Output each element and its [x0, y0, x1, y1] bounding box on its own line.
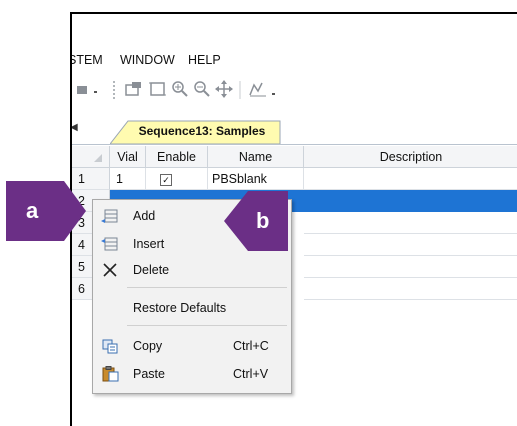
tab-label: Sequence13: Samples — [138, 124, 266, 138]
menu-separator — [127, 325, 287, 326]
zoom-out-icon[interactable] — [192, 79, 212, 99]
menu-item-label: Insert — [133, 237, 165, 251]
table-row[interactable]: 1 1 ✓ PBSblank — [72, 168, 517, 190]
header-description[interactable]: Description — [304, 146, 517, 168]
document-tab-strip: ◀ Sequence13: Samples — [72, 108, 517, 145]
menu-item-label: Copy — [133, 339, 163, 353]
menu-item-shortcut: Ctrl+V — [233, 367, 269, 381]
copy-icon — [101, 338, 119, 354]
description-cell[interactable] — [304, 234, 517, 256]
delete-icon — [101, 262, 119, 278]
description-cell[interactable] — [304, 278, 517, 300]
menu-bar: STEM WINDOW HELP — [72, 50, 517, 72]
table-properties-icon[interactable] — [124, 79, 144, 99]
menu-item-label: Restore Defaults — [133, 301, 227, 315]
menu-item-restore-defaults[interactable]: Restore Defaults — [93, 296, 291, 320]
menu-window[interactable]: WINDOW — [120, 53, 175, 67]
menu-system[interactable]: STEM — [72, 53, 103, 67]
menu-separator — [127, 287, 287, 288]
header-enable[interactable]: Enable — [146, 146, 208, 168]
header-name[interactable]: Name — [208, 146, 304, 168]
menu-item-delete[interactable]: Delete — [93, 258, 291, 282]
paste-icon — [101, 366, 119, 382]
zoom-box-icon[interactable] — [148, 79, 168, 99]
header-vial[interactable]: Vial — [110, 146, 146, 168]
toolbar-square-icon[interactable] — [76, 82, 90, 102]
pan-icon[interactable] — [214, 79, 234, 99]
enable-cell[interactable]: ✓ — [146, 168, 208, 190]
menu-item-shortcut: Ctrl+C — [233, 339, 269, 353]
menu-item-label: Paste — [133, 367, 165, 381]
corner-header[interactable] — [72, 146, 110, 168]
menu-item-label: Add — [133, 209, 156, 223]
callout-label: b — [256, 208, 270, 233]
toolbar-dropdown-icon[interactable] — [92, 80, 100, 100]
menu-item-label: Delete — [133, 263, 170, 277]
callout-a-arrow — [64, 181, 86, 241]
description-cell[interactable] — [304, 168, 517, 190]
name-cell[interactable]: PBSblank — [208, 168, 304, 190]
tab-sequence13-samples[interactable]: Sequence13: Samples — [110, 120, 282, 144]
callout-label: a — [26, 198, 39, 223]
menu-item-paste[interactable]: Paste Ctrl+V — [93, 362, 291, 386]
zoom-in-icon[interactable] — [170, 79, 190, 99]
callout-a: a — [6, 181, 64, 241]
toolbar — [72, 74, 517, 104]
description-cell[interactable] — [304, 212, 517, 234]
toolbar-grip-icon — [112, 79, 118, 99]
insert-row-icon — [101, 236, 119, 252]
callout-b: b — [248, 191, 288, 251]
vial-cell[interactable]: 1 — [110, 168, 146, 190]
chart-annotation-icon[interactable] — [248, 79, 268, 99]
enable-checkbox[interactable]: ✓ — [160, 174, 172, 186]
add-row-icon — [101, 208, 119, 224]
callout-b-arrow — [224, 191, 248, 251]
toolbar-separator — [238, 79, 242, 99]
description-cell[interactable] — [304, 256, 517, 278]
chart-dropdown-icon[interactable] — [270, 82, 278, 102]
tab-scroll-left-icon[interactable]: ◀ — [72, 122, 78, 133]
menu-item-copy[interactable]: Copy Ctrl+C — [93, 334, 291, 358]
menu-help[interactable]: HELP — [188, 53, 221, 67]
